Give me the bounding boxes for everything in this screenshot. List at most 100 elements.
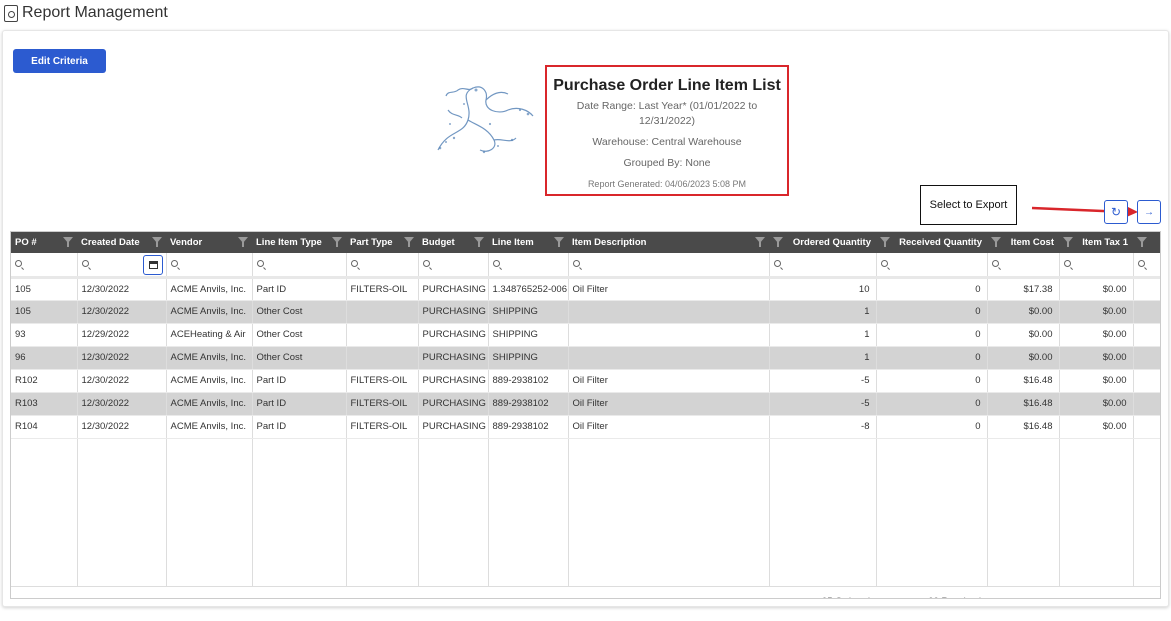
search-icon — [880, 259, 888, 267]
export-button[interactable]: → — [1137, 200, 1161, 224]
table-cell: R103 — [11, 392, 78, 416]
table-cell: ACME Anvils, Inc. — [166, 392, 253, 416]
col-item-description[interactable]: Item Description — [568, 232, 769, 253]
edit-criteria-button[interactable]: Edit Criteria — [13, 49, 106, 73]
table-cell: Part ID — [252, 369, 347, 393]
search-icon — [572, 259, 580, 267]
table-cell: R102 — [11, 369, 78, 393]
table-cell: ACEHeating & Air — [166, 323, 253, 347]
table-cell: 1 — [769, 300, 877, 324]
empty-cell — [11, 438, 78, 586]
filter-icon[interactable] — [152, 237, 162, 247]
table-cell: PURCHASING — [418, 392, 489, 416]
empty-cell — [568, 438, 770, 586]
filter-icon[interactable] — [404, 237, 414, 247]
filter-input[interactable] — [769, 253, 877, 279]
table-cell: 93 — [11, 323, 78, 347]
report-title: Purchase Order Line Item List — [553, 77, 781, 94]
filter-input[interactable] — [418, 253, 489, 279]
table-cell: ACME Anvils, Inc. — [166, 415, 253, 439]
empty-cell — [876, 438, 988, 586]
table-cell: $0.00 — [1059, 277, 1134, 301]
filter-icon[interactable] — [773, 237, 783, 247]
table-cell: $0.00 — [1059, 346, 1134, 370]
col-part-type[interactable]: Part Type — [346, 232, 418, 253]
dragon-logo — [437, 86, 534, 154]
filter-input[interactable] — [876, 253, 988, 279]
col-item-tax-1[interactable]: Item Tax 1 — [1059, 232, 1133, 253]
table-row[interactable]: R104 12/30/2022 ACME Anvils, Inc. Part ID FI… — [11, 415, 1160, 439]
table-cell: $0.00 — [1059, 415, 1134, 439]
search-icon — [1063, 259, 1071, 267]
col-item-cost[interactable]: Item Cost — [987, 232, 1059, 253]
filter-icon[interactable] — [1063, 237, 1073, 247]
col-line-item-type[interactable]: Line Item Type — [252, 232, 346, 253]
table-cell: 1.348765252-006 — [488, 277, 569, 301]
empty-cell — [1059, 438, 1134, 586]
table-cell: 0 — [876, 346, 988, 370]
filter-input[interactable] — [1133, 253, 1160, 279]
table-cell: FILTERS-OIL — [346, 415, 419, 439]
filter-input[interactable] — [166, 253, 253, 279]
table-cell: 0 — [876, 323, 988, 347]
filter-icon[interactable] — [63, 237, 73, 247]
empty-cell — [77, 438, 167, 586]
table-cell: ACME Anvils, Inc. — [166, 277, 253, 301]
filter-icon[interactable] — [1137, 237, 1147, 247]
filter-icon[interactable] — [880, 237, 890, 247]
table-row[interactable]: R103 12/30/2022 ACME Anvils, Inc. Part ID FI… — [11, 392, 1160, 416]
filter-input[interactable] — [252, 253, 347, 279]
filter-icon[interactable] — [238, 237, 248, 247]
empty-cell — [252, 438, 347, 586]
filter-icon[interactable] — [554, 237, 564, 247]
table-row[interactable]: R102 12/30/2022 ACME Anvils, Inc. Part ID FI… — [11, 369, 1160, 393]
filter-icon[interactable] — [755, 237, 765, 247]
col-vendor[interactable]: Vendor — [166, 232, 252, 253]
search-icon — [170, 259, 178, 267]
col-item-overflow[interactable]: It — [1133, 232, 1160, 253]
report-generated: Report Generated: 04/06/2023 5:08 PM — [587, 179, 747, 189]
table-cell: 1 — [769, 346, 877, 370]
table-row[interactable]: 96 12/30/2022 ACME Anvils, Inc. Other Cost P… — [11, 346, 1160, 370]
export-icon: → — [1144, 206, 1154, 218]
filter-input[interactable] — [346, 253, 419, 279]
table-cell: R104 — [11, 415, 78, 439]
filter-input[interactable] — [568, 253, 770, 279]
col-budget[interactable]: Budget — [418, 232, 488, 253]
col-line-item[interactable]: Line Item — [488, 232, 568, 253]
table-cell — [568, 346, 770, 370]
refresh-button[interactable]: ↻ — [1104, 200, 1128, 224]
app-header: Report Management — [4, 2, 168, 24]
filter-icon[interactable] — [991, 237, 1001, 247]
col-ordered-quantity[interactable]: Ordered Quantity — [769, 232, 876, 253]
filter-icon[interactable] — [332, 237, 342, 247]
table-cell: $0.00 — [1059, 392, 1134, 416]
table-cell: 12/30/2022 — [77, 346, 167, 370]
table-cell — [1133, 277, 1160, 301]
table-row[interactable]: 105 12/30/2022 ACME Anvils, Inc. Other Cost… — [11, 300, 1160, 324]
report-grid: PO # Created Date Vendor Line Item Type … — [10, 231, 1161, 599]
table-cell: 12/30/2022 — [77, 300, 167, 324]
table-cell: 1 — [769, 323, 877, 347]
filter-icon[interactable] — [474, 237, 484, 247]
col-po-number[interactable]: PO # — [11, 232, 77, 253]
table-cell: -5 — [769, 392, 877, 416]
table-cell: Part ID — [252, 392, 347, 416]
grid-footer-row: -05 Ordered00 Received — [11, 585, 1160, 598]
filter-input[interactable] — [1059, 253, 1134, 279]
table-cell: Oil Filter — [568, 277, 770, 301]
filter-input[interactable] — [987, 253, 1060, 279]
table-cell: ACME Anvils, Inc. — [166, 369, 253, 393]
date-picker-button[interactable] — [143, 255, 163, 275]
filter-input[interactable] — [488, 253, 569, 279]
table-cell — [346, 323, 419, 347]
ordered-total: -05 Ordered — [769, 585, 876, 598]
col-created-date[interactable]: Created Date — [77, 232, 166, 253]
report-header-box: Purchase Order Line Item List Date Range… — [545, 65, 789, 196]
table-cell: PURCHASING — [418, 369, 489, 393]
table-row[interactable]: 93 12/29/2022 ACEHeating & Air Other Cost PU… — [11, 323, 1160, 347]
table-row[interactable]: 105 12/30/2022 ACME Anvils, Inc. Part ID FIL… — [11, 277, 1160, 301]
col-received-quantity[interactable]: Received Quantity — [876, 232, 987, 253]
filter-input[interactable] — [11, 253, 78, 279]
empty-cell — [488, 438, 569, 586]
